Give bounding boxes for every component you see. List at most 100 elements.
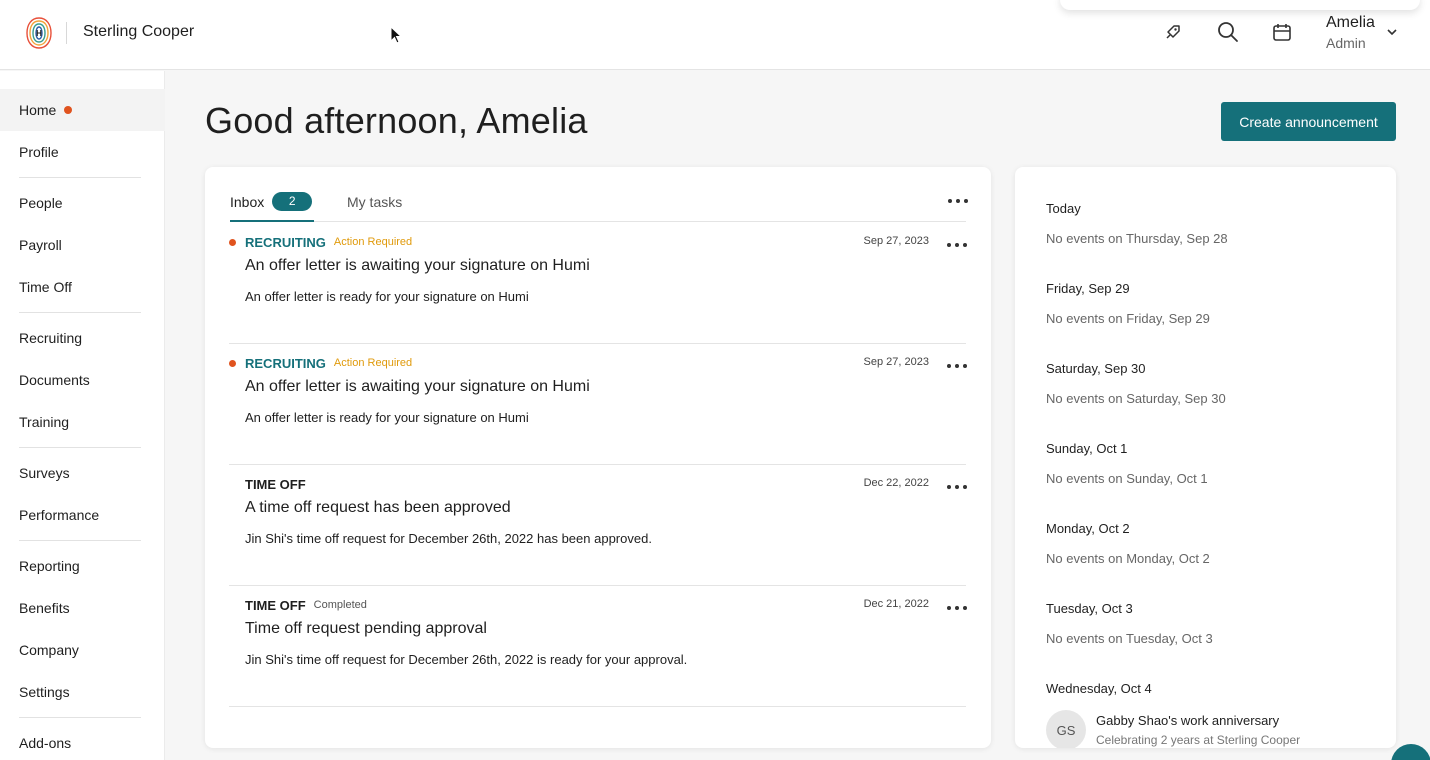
sidebar-item-label: Time Off xyxy=(19,279,72,295)
tab-my-tasks[interactable]: My tasks xyxy=(347,191,402,222)
calendar-day-heading: Friday, Sep 29 xyxy=(1046,281,1130,296)
sidebar-item-home[interactable]: Home xyxy=(0,89,165,131)
avatar: GS xyxy=(1046,710,1086,748)
chevron-down-icon[interactable] xyxy=(1386,26,1398,38)
svg-text:H: H xyxy=(36,29,42,38)
sidebar-item-label: Recruiting xyxy=(19,330,83,346)
logo-divider xyxy=(66,22,67,44)
sidebar-item-label: Company xyxy=(19,642,79,658)
inbox-item[interactable]: TIME OFF Completed Dec 21, 2022 Time off… xyxy=(229,586,967,707)
item-status: Action Required xyxy=(333,236,413,248)
search-icon[interactable] xyxy=(1216,20,1240,44)
inbox-item-meta: RECRUITING Action Required xyxy=(229,234,412,250)
sidebar-item-people[interactable]: People xyxy=(0,182,165,224)
item-more-options-icon[interactable] xyxy=(947,240,967,250)
calendar-no-events: No events on Sunday, Oct 1 xyxy=(1046,471,1208,486)
calendar-no-events: No events on Thursday, Sep 28 xyxy=(1046,231,1228,246)
company-name: Sterling Cooper xyxy=(83,23,195,40)
help-button[interactable] xyxy=(1391,744,1430,760)
calendar-no-events: No events on Monday, Oct 2 xyxy=(1046,551,1210,566)
tab-inbox[interactable]: Inbox 2 xyxy=(230,191,314,222)
calendar-day-heading: Today xyxy=(1046,201,1081,216)
sidebar-divider xyxy=(19,717,141,718)
sidebar-item-benefits[interactable]: Benefits xyxy=(0,587,165,629)
item-status: Completed xyxy=(313,599,367,611)
inbox-item[interactable]: RECRUITING Action Required Sep 27, 2023 … xyxy=(229,223,967,344)
unread-dot xyxy=(229,359,236,367)
company-logo-icon[interactable]: H xyxy=(26,16,52,50)
sidebar-item-label: People xyxy=(19,195,63,211)
item-category: RECRUITING xyxy=(245,234,326,250)
item-more-options-icon[interactable] xyxy=(947,361,967,371)
sidebar-item-company[interactable]: Company xyxy=(0,629,165,671)
inbox-item-meta: TIME OFF xyxy=(229,476,306,492)
sidebar-item-label: Training xyxy=(19,414,70,430)
calendar-day-heading: Wednesday, Oct 4 xyxy=(1046,681,1152,696)
upcoming-events-card: Today No events on Thursday, Sep 28 Frid… xyxy=(1015,167,1396,748)
inbox-tabs: Inbox 2 My tasks xyxy=(230,191,966,222)
calendar-icon[interactable] xyxy=(1270,20,1294,44)
sidebar-item-label: Reporting xyxy=(19,558,80,574)
sidebar-item-label: Documents xyxy=(19,372,90,388)
item-title: Time off request pending approval xyxy=(245,620,487,637)
sidebar-item-surveys[interactable]: Surveys xyxy=(0,452,165,494)
item-date: Sep 27, 2023 xyxy=(863,356,929,368)
item-body: An offer letter is ready for your signat… xyxy=(245,289,529,304)
item-title: An offer letter is awaiting your signatu… xyxy=(245,378,590,395)
sidebar-item-label: Settings xyxy=(19,684,70,700)
item-body: Jin Shi's time off request for December … xyxy=(245,652,688,667)
item-more-options-icon[interactable] xyxy=(947,482,967,492)
item-date: Dec 21, 2022 xyxy=(863,598,929,610)
item-title: An offer letter is awaiting your signatu… xyxy=(245,257,590,274)
item-status: Action Required xyxy=(333,357,413,369)
inbox-item[interactable]: RECRUITING Action Required Sep 27, 2023 … xyxy=(229,344,967,465)
user-name: Amelia xyxy=(1326,14,1375,31)
create-announcement-button[interactable]: Create announcement xyxy=(1221,102,1396,141)
event-subtitle: Celebrating 2 years at Sterling Cooper xyxy=(1096,733,1301,747)
calendar-day-heading: Monday, Oct 2 xyxy=(1046,521,1130,536)
sidebar-item-payroll[interactable]: Payroll xyxy=(0,224,165,266)
sidebar-item-label: Surveys xyxy=(19,465,70,481)
tab-my-tasks-label: My tasks xyxy=(347,194,403,210)
sidebar-item-label: Payroll xyxy=(19,237,62,253)
sidebar-item-profile[interactable]: Profile xyxy=(0,131,165,173)
sidebar-item-label: Benefits xyxy=(19,600,70,616)
sidebar-item-documents[interactable]: Documents xyxy=(0,359,165,401)
top-bar: H Sterling Cooper Amelia Admin xyxy=(0,0,1430,70)
item-body: An offer letter is ready for your signat… xyxy=(245,410,529,425)
notification-dot xyxy=(64,106,73,114)
inbox-card: Inbox 2 My tasks RECRUITING Action Requi… xyxy=(205,167,991,748)
sidebar-item-label: Performance xyxy=(19,507,100,523)
sidebar-item-recruiting[interactable]: Recruiting xyxy=(0,317,165,359)
sidebar-item-training[interactable]: Training xyxy=(0,401,165,443)
user-role: Admin xyxy=(1326,35,1366,51)
mouse-cursor-icon xyxy=(390,26,402,44)
item-more-options-icon[interactable] xyxy=(947,603,967,613)
item-title: A time off request has been approved xyxy=(245,499,511,516)
inbox-more-options-icon[interactable] xyxy=(948,196,968,206)
sidebar-item-settings[interactable]: Settings xyxy=(0,671,165,713)
calendar-no-events: No events on Saturday, Sep 30 xyxy=(1046,391,1226,406)
sidebar-divider xyxy=(19,447,141,448)
item-category: RECRUITING xyxy=(245,355,326,371)
sidebar-item-label: Home xyxy=(19,102,57,118)
rocket-icon[interactable] xyxy=(1161,20,1185,44)
page-title: Good afternoon, Amelia xyxy=(205,100,588,141)
sidebar-item-reporting[interactable]: Reporting xyxy=(0,545,165,587)
sidebar-item-label: Add-ons xyxy=(19,735,72,751)
sidebar-item-label: Profile xyxy=(19,144,59,160)
unread-dot xyxy=(229,238,236,246)
inbox-item[interactable]: TIME OFF Dec 22, 2022 A time off request… xyxy=(229,465,967,586)
tab-inbox-label: Inbox xyxy=(230,194,265,210)
calendar-day-heading: Tuesday, Oct 3 xyxy=(1046,601,1133,616)
event-title[interactable]: Gabby Shao's work anniversary xyxy=(1096,713,1279,728)
sidebar-item-time-off[interactable]: Time Off xyxy=(0,266,165,308)
item-date: Dec 22, 2022 xyxy=(863,477,929,489)
sidebar-item-add-ons[interactable]: Add-ons xyxy=(0,722,165,760)
user-menu[interactable]: Amelia Admin xyxy=(1326,13,1375,53)
calendar-day-heading: Saturday, Sep 30 xyxy=(1046,361,1146,376)
item-body: Jin Shi's time off request for December … xyxy=(245,531,652,546)
inbox-item-meta: RECRUITING Action Required xyxy=(229,355,412,371)
sidebar-item-performance[interactable]: Performance xyxy=(0,494,165,536)
calendar-day-heading: Sunday, Oct 1 xyxy=(1046,441,1128,456)
